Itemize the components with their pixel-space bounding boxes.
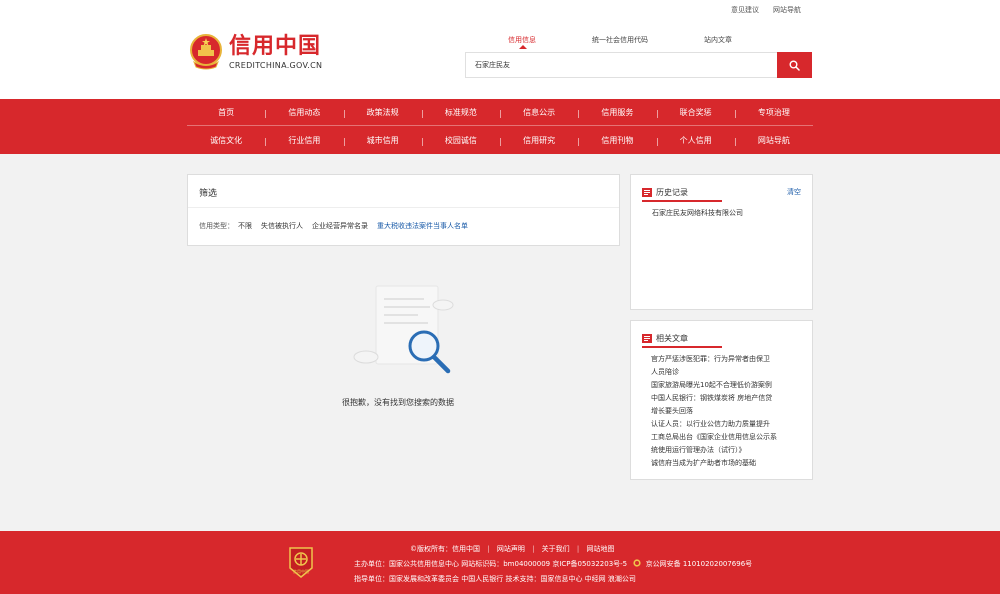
footer-police-record[interactable]: 京公网安备 11010202007696号 <box>646 560 753 568</box>
history-title: 历史记录 <box>656 188 688 197</box>
history-title-underline <box>642 200 722 202</box>
nav-credit-services[interactable]: 信用服务 <box>578 107 656 118</box>
filter-label: 信用类型： <box>199 222 234 230</box>
logo-title: 信用中国 <box>229 33 322 59</box>
footer-link-about[interactable]: 关于我们 <box>542 545 570 553</box>
nav-policies[interactable]: 政策法规 <box>343 107 422 118</box>
nav-row-2: 诚信文化 行业信用 城市信用 校园诚信 信用研究 信用刊物 个人信用 网站导航 <box>187 127 813 154</box>
footer-sponsor-info: 主办单位：国家公共信用信息中心 网站标识码：bm04000009 京ICP备05… <box>354 560 628 568</box>
nav-credit-news[interactable]: 信用动态 <box>265 107 343 118</box>
related-article-line[interactable]: 认证人员：以行业公信力助力质量提升 <box>651 418 801 431</box>
top-links: 意见建议 网站导航 <box>731 5 801 15</box>
filter-title: 筛选 <box>199 189 218 199</box>
history-panel: 历史记录 清空 石家庄民友网络科技有限公司 <box>630 174 813 310</box>
related-article-line[interactable]: 统使用运行管理办法（试行）》 <box>651 444 801 457</box>
nav-integrity-culture[interactable]: 诚信文化 <box>187 135 265 146</box>
site-map-link[interactable]: 网站导航 <box>773 5 801 15</box>
filter-panel: 筛选 信用类型： 不限 失信被执行人 企业经营异常名录 重大税收违法案件当事人名… <box>187 174 620 246</box>
feedback-link[interactable]: 意见建议 <box>731 5 759 15</box>
filter-divider <box>188 207 619 208</box>
main-nav: 首页 信用动态 政策法规 标准规范 信息公示 信用服务 联合奖惩 专项治理 诚信… <box>0 99 1000 154</box>
article-list-icon <box>642 334 652 343</box>
clear-history-button[interactable]: 清空 <box>787 187 801 197</box>
search-icon <box>789 60 800 71</box>
search-input[interactable] <box>465 52 778 78</box>
nav-info-disclosure[interactable]: 信息公示 <box>500 107 578 118</box>
related-title: 相关文章 <box>656 334 688 343</box>
footer-credit-badge-icon: 信用中国 <box>289 547 313 578</box>
footer-link-sitemap[interactable]: 网站地图 <box>586 545 614 553</box>
related-article-line[interactable]: 增长要头回落 <box>651 405 801 418</box>
footer-link-statement[interactable]: 网站声明 <box>497 545 525 553</box>
related-article-line[interactable]: 中国人民银行：钢铁煤炭将 房地产信贷 <box>651 392 801 405</box>
nav-joint-rewards[interactable]: 联合奖惩 <box>656 107 735 118</box>
nav-special-governance[interactable]: 专项治理 <box>734 107 813 118</box>
top-header: 意见建议 网站导航 信用中国 CREDITCHINA.GOV.CN 信用信息 统… <box>0 0 1000 99</box>
site-logo[interactable]: 信用中国 CREDITCHINA.GOV.CN <box>189 33 322 71</box>
nav-campus-integrity[interactable]: 校园诚信 <box>421 135 500 146</box>
nav-home[interactable]: 首页 <box>187 107 265 118</box>
nav-credit-publications[interactable]: 信用刊物 <box>578 135 656 146</box>
nav-personal-credit[interactable]: 个人信用 <box>656 135 735 146</box>
no-results-message: 很抱歉，没有找到您搜索的数据 <box>342 398 454 407</box>
site-footer: 信用中国 ©版权所有：信用中国 | 网站声明 | 关于我们 | 网站地图 主办单… <box>0 531 1000 594</box>
search-button[interactable] <box>777 52 812 78</box>
search-tabs: 信用信息 统一社会信用代码 站内文章 <box>508 35 732 45</box>
filter-option-all[interactable]: 不限 <box>238 221 252 231</box>
related-article-line[interactable]: 工商总局出台《国家企业信用信息公示系 <box>651 431 801 444</box>
filter-option-dishonest[interactable]: 失信被执行人 <box>261 221 303 231</box>
related-article-line[interactable]: 官方严惩涉医犯罪：行为异常者由保卫 <box>651 353 801 366</box>
nav-standards[interactable]: 标准规范 <box>421 107 500 118</box>
footer-copyright: ©版权所有：信用中国 <box>410 545 480 553</box>
related-article-line[interactable]: 国家旅游局曝光10起不合理低价游案例 <box>651 379 801 392</box>
filter-credit-type: 信用类型： 不限 失信被执行人 企业经营异常名录 重大税收违法案件当事人名单 <box>199 221 477 231</box>
nav-credit-research[interactable]: 信用研究 <box>500 135 578 146</box>
svg-text:信用中国: 信用中国 <box>293 568 309 574</box>
related-article-list: 官方严惩涉医犯罪：行为异常者由保卫 人员陪诊 国家旅游局曝光10起不合理低价游案… <box>651 353 801 470</box>
tab-site-articles[interactable]: 站内文章 <box>704 35 732 45</box>
filter-option-abnormal[interactable]: 企业经营异常名录 <box>312 221 368 231</box>
tab-credit-code[interactable]: 统一社会信用代码 <box>592 35 648 45</box>
nav-row-1: 首页 信用动态 政策法规 标准规范 信息公示 信用服务 联合奖惩 专项治理 <box>187 99 813 126</box>
police-badge-icon <box>633 559 641 567</box>
no-results-illustration <box>353 285 454 374</box>
related-title-underline <box>642 346 722 348</box>
history-item[interactable]: 石家庄民友网络科技有限公司 <box>652 208 743 218</box>
related-articles-panel: 相关文章 官方严惩涉医犯罪：行为异常者由保卫 人员陪诊 国家旅游局曝光10起不合… <box>630 320 813 480</box>
filter-option-tax-violation[interactable]: 重大税收违法案件当事人名单 <box>377 221 468 231</box>
tab-credit-info[interactable]: 信用信息 <box>508 35 536 45</box>
national-emblem-icon <box>190 34 222 70</box>
footer-guidance-info: 指导单位：国家发展和改革委员会 中国人民银行 技术支持：国家信息中心 中经网 浪… <box>354 575 636 583</box>
active-tab-caret <box>519 45 527 49</box>
related-article-line[interactable]: 诚信府当成为扩产助者市场的基础 <box>651 457 801 470</box>
history-list-icon <box>642 188 652 197</box>
nav-site-guide[interactable]: 网站导航 <box>734 135 813 146</box>
related-article-line[interactable]: 人员陪诊 <box>651 366 801 379</box>
nav-industry-credit[interactable]: 行业信用 <box>265 135 343 146</box>
nav-city-credit[interactable]: 城市信用 <box>343 135 422 146</box>
logo-subtitle: CREDITCHINA.GOV.CN <box>229 60 323 70</box>
